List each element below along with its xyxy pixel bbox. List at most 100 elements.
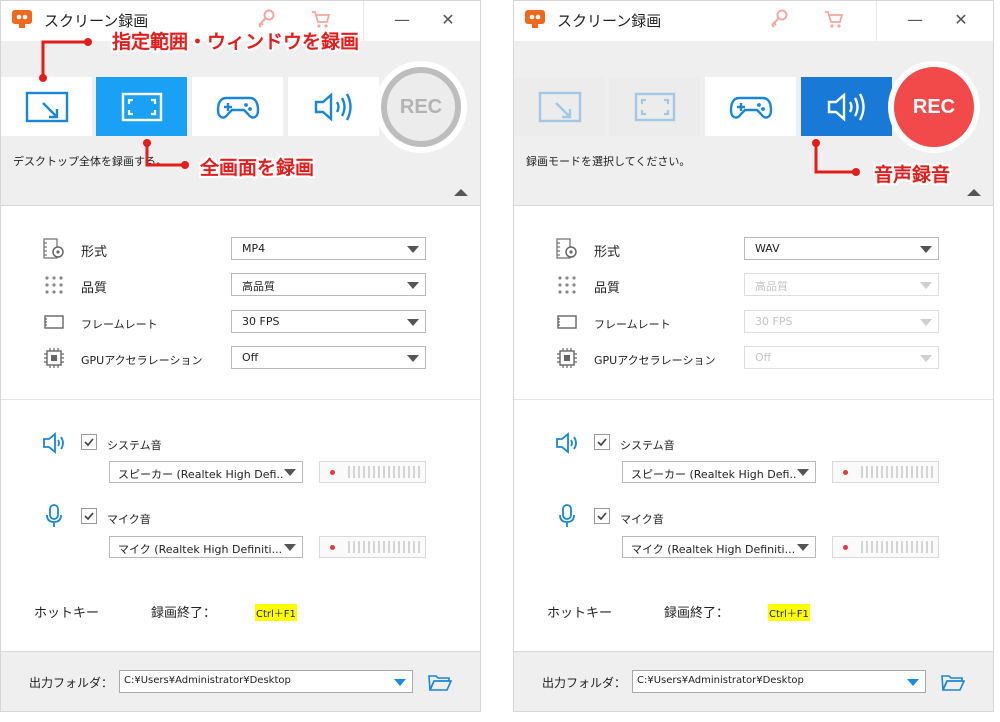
chevron-down-icon <box>920 355 932 362</box>
close-button[interactable]: ✕ <box>437 9 459 31</box>
chevron-down-icon <box>407 246 419 253</box>
quality-dots-icon <box>558 276 576 294</box>
mic-device-select[interactable]: マイク (Realtek High Definiti... <box>109 536 303 558</box>
chevron-down-icon <box>394 679 406 686</box>
hotkey-label: ホットキー <box>34 606 100 621</box>
mode-region-tile[interactable] <box>1 77 92 136</box>
title-bar: スクリーン録画 — ✕ <box>514 1 993 41</box>
mic-sound-checkbox[interactable] <box>81 508 97 524</box>
chevron-down-icon <box>920 246 932 253</box>
chevron-down-icon <box>920 282 932 289</box>
folder-icon[interactable] <box>428 674 452 692</box>
chevron-down-icon <box>284 469 296 476</box>
framerate-select[interactable]: 30 FPS <box>231 310 426 333</box>
gamepad-icon <box>729 96 772 119</box>
chevron-down-icon <box>407 355 419 362</box>
key-icon[interactable] <box>768 8 790 30</box>
format-row: 形式 MP4 <box>1 237 480 261</box>
mode-audio-tile[interactable] <box>288 77 379 136</box>
gpu-select[interactable]: Off <box>231 346 426 369</box>
callout-fullscreen: 全画面を録画 <box>200 157 315 179</box>
callout-audio: 音声録音 <box>874 164 951 186</box>
gpu-row: GPUアクセラレーション Off <box>514 346 993 370</box>
system-volume-meter <box>832 461 939 483</box>
minimize-button[interactable]: — <box>391 9 413 31</box>
quality-row: 品質 高品質 <box>514 273 993 297</box>
chevron-down-icon <box>797 469 809 476</box>
framerate-row: フレームレート 30 FPS <box>514 310 993 334</box>
mode-description: デスクトップ全体を録画する。 <box>13 155 167 168</box>
chevron-down-icon <box>920 319 932 326</box>
recorder-window-right: スクリーン録画 — ✕ REC 録画モードを選択してください。 形式 WAV 品… <box>513 0 994 712</box>
mode-region-tile[interactable] <box>514 77 605 136</box>
framerate-row: フレームレート 30 FPS <box>1 310 480 334</box>
mic-sound-label: マイク音 <box>107 513 151 526</box>
level-dot-icon <box>330 470 335 475</box>
microphone-icon <box>559 504 575 527</box>
speaker-icon <box>827 91 865 122</box>
callout-region-window: 指定範囲・ウィンドウを録画 <box>112 31 360 53</box>
level-dot-icon <box>843 470 848 475</box>
mode-game-tile[interactable] <box>705 77 796 136</box>
gpu-label: GPUアクセラレーション <box>594 354 716 367</box>
close-button[interactable]: ✕ <box>950 9 972 31</box>
mode-fullscreen-tile[interactable] <box>609 77 700 136</box>
format-select[interactable]: WAV <box>744 237 939 260</box>
speaker-device-select[interactable]: スピーカー (Realtek High Defi... <box>109 461 303 483</box>
hotkey-value[interactable]: Ctrl＋F1 <box>768 604 810 621</box>
system-sound-label: システム音 <box>107 439 162 452</box>
speaker-device-select[interactable]: スピーカー (Realtek High Defi... <box>622 461 816 483</box>
fullscreen-icon <box>121 92 162 121</box>
level-dot-icon <box>843 545 848 550</box>
mode-ribbon: REC デスクトップ全体を録画する。 <box>1 41 480 206</box>
format-gear-icon <box>43 238 64 259</box>
folder-icon[interactable] <box>941 674 965 692</box>
minimize-button[interactable]: — <box>904 9 926 31</box>
gpu-label: GPUアクセラレーション <box>81 354 203 367</box>
framerate-select[interactable]: 30 FPS <box>744 310 939 333</box>
framerate-label: フレームレート <box>594 318 671 331</box>
gamepad-icon <box>216 96 259 119</box>
format-select[interactable]: MP4 <box>231 237 426 260</box>
output-footer: 出力フォルダ： C:¥Users¥Administrator¥Desktop <box>1 651 480 711</box>
system-sound-icon <box>556 432 577 454</box>
rec-button[interactable]: REC <box>894 67 974 147</box>
output-path-select[interactable]: C:¥Users¥Administrator¥Desktop <box>119 670 413 693</box>
chevron-down-icon <box>797 544 809 551</box>
chevron-down-icon <box>407 319 419 326</box>
collapse-arrow-icon[interactable] <box>967 189 981 196</box>
output-folder-label: 出力フォルダ： <box>542 676 627 690</box>
format-label: 形式 <box>81 245 108 260</box>
mode-audio-tile[interactable] <box>801 77 892 136</box>
mic-device-select[interactable]: マイク (Realtek High Definiti... <box>622 536 816 558</box>
output-path-select[interactable]: C:¥Users¥Administrator¥Desktop <box>632 670 926 693</box>
quality-row: 品質 高品質 <box>1 273 480 297</box>
cart-icon[interactable] <box>823 8 845 30</box>
region-select-icon <box>538 91 581 122</box>
system-sound-checkbox[interactable] <box>594 434 610 450</box>
gpu-select[interactable]: Off <box>744 346 939 369</box>
title-divider <box>363 1 364 41</box>
level-dot-icon <box>330 545 335 550</box>
mode-fullscreen-tile[interactable] <box>96 77 187 136</box>
chip-icon <box>557 348 577 368</box>
format-label: 形式 <box>594 245 621 260</box>
microphone-icon <box>46 504 62 527</box>
quality-select[interactable]: 高品質 <box>231 273 426 296</box>
section-divider <box>514 399 993 400</box>
rec-button[interactable]: REC <box>381 67 461 147</box>
fullscreen-icon <box>634 92 675 121</box>
mic-sound-checkbox[interactable] <box>594 508 610 524</box>
chevron-down-icon <box>284 544 296 551</box>
film-icon <box>44 315 64 329</box>
hotkey-value[interactable]: Ctrl＋F1 <box>255 604 297 621</box>
quality-select[interactable]: 高品質 <box>744 273 939 296</box>
system-sound-icon <box>43 432 64 454</box>
collapse-arrow-icon[interactable] <box>454 189 468 196</box>
mode-description: 録画モードを選択してください。 <box>526 155 691 168</box>
chevron-down-icon <box>407 282 419 289</box>
system-sound-checkbox[interactable] <box>81 434 97 450</box>
mode-game-tile[interactable] <box>192 77 283 136</box>
recorder-window-left: スクリーン録画 — ✕ REC デスクトップ全体を録画する。 形式 MP4 品質 <box>0 0 481 712</box>
app-title: スクリーン録画 <box>557 12 662 30</box>
